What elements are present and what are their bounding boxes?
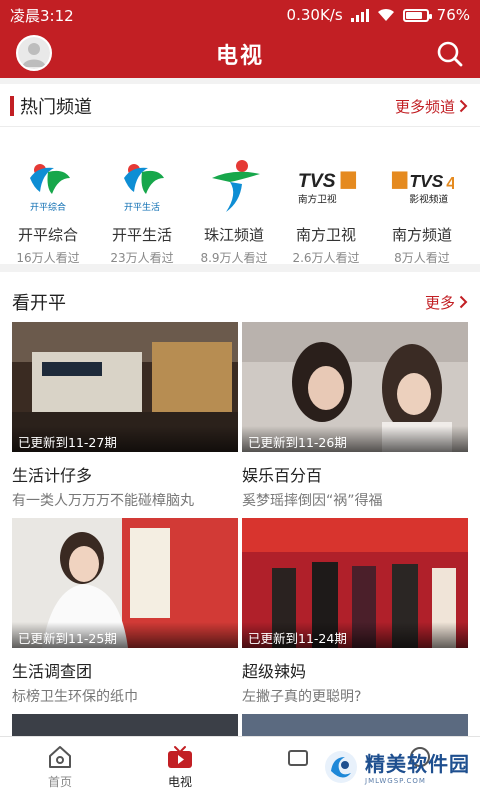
channel-name: 南方卫视: [295, 226, 356, 244]
channel-southern-tv[interactable]: TVS 南方卫视 南方卫视 2.6万人看过: [280, 158, 372, 266]
update-badge: 已更新到11-25期: [12, 622, 238, 648]
tab-tv[interactable]: 电视: [120, 737, 240, 800]
channel-views: 8万人看过: [394, 251, 450, 265]
channel-kaiping-life[interactable]: 开平生活 开平生活 23万人看过: [96, 158, 188, 266]
hot-channels-header: 热门频道 更多频道: [0, 86, 480, 126]
more-link[interactable]: 更多: [425, 292, 468, 313]
program-tile-partial[interactable]: [12, 714, 238, 736]
kaiping-title: 看开平: [12, 293, 66, 314]
program-tile-partial[interactable]: [242, 714, 468, 736]
program-thumbnail: 已更新到11-25期: [12, 518, 238, 648]
tab-label: 首页: [47, 775, 72, 789]
pearl-river-logo: [202, 158, 266, 214]
status-bar: 凌晨3:12 0.30K/s 76%: [0, 0, 480, 30]
southern-channel-logo: TVS 4 影视频道: [390, 158, 454, 214]
network-speed: 0.30K/s: [286, 6, 343, 24]
tab-label: 电视: [167, 775, 192, 789]
section-marker: [10, 96, 14, 116]
update-badge: 已更新到11-27期: [12, 426, 238, 452]
more-channels-label: 更多频道: [394, 97, 455, 116]
program-title: 生活计仔多: [12, 466, 93, 485]
program-thumbnail: 已更新到11-27期: [12, 322, 238, 452]
program-tile[interactable]: 已更新到11-24期 超级辣妈 左撇子真的更聪明?: [242, 518, 468, 706]
watermark-sub: JMLWGSP.COM: [365, 777, 426, 785]
program-thumbnail: 已更新到11-24期: [242, 518, 468, 648]
channel-views: 2.6万人看过: [292, 251, 360, 265]
user-icon: [18, 37, 50, 69]
chevron-right-icon: [459, 99, 468, 113]
svg-text:TVS: TVS: [409, 171, 443, 191]
channel-name: 珠江频道: [203, 226, 264, 244]
program-subtitle: 奚梦瑶摔倒因“祸”得福: [242, 493, 383, 509]
program-subtitle: 标榜卫生环保的纸巾: [12, 689, 138, 705]
program-subtitle: 左撇子真的更聪明?: [242, 689, 362, 705]
update-badge: 已更新到11-24期: [242, 622, 468, 648]
chevron-right-icon: [459, 295, 468, 309]
update-badge: 已更新到11-26期: [242, 426, 468, 452]
program-title: 生活调查团: [12, 662, 93, 681]
svg-text:TVS: TVS: [298, 170, 336, 192]
svg-text:开平生活: 开平生活: [124, 201, 160, 213]
program-tile[interactable]: 已更新到11-27期 生活计仔多 有一类人万万万不能碰樟脑丸: [12, 322, 238, 510]
svg-text:南方卫视: 南方卫视: [298, 192, 337, 205]
divider: [0, 126, 480, 127]
program-tile[interactable]: 已更新到11-25期 生活调查团 标榜卫生环保的纸巾: [12, 518, 238, 706]
channel-name: 开平生活: [111, 226, 172, 244]
kaiping-general-logo: 开平综合: [16, 158, 80, 214]
svg-text:开平综合: 开平综合: [30, 201, 66, 213]
program-thumbnail: 已更新到11-26期: [242, 322, 468, 452]
signal-icon: [350, 8, 369, 22]
channel-views: 8.9万人看过: [200, 251, 268, 265]
page-title: 电视: [215, 44, 264, 69]
tab-home[interactable]: 首页: [0, 737, 120, 800]
svg-text:影视频道: 影视频道: [409, 192, 448, 205]
wifi-icon: [377, 8, 394, 21]
channel-views: 16万人看过: [16, 251, 80, 265]
program-title: 娱乐百分百: [242, 466, 323, 485]
kaiping-header: 看开平 更多: [0, 282, 480, 322]
battery-level: 76%: [436, 6, 470, 24]
battery-icon: [402, 8, 432, 22]
avatar[interactable]: [16, 35, 52, 71]
channel-list: 开平综合 开平综合 16万人看过 开平生活 开平生活 23万人看过 珠江频道 8…: [0, 158, 480, 266]
more-channels-link[interactable]: 更多频道: [395, 96, 468, 117]
svg-text:4: 4: [446, 173, 454, 193]
hot-channels-title: 热门频道: [20, 97, 92, 118]
channel-pearl-river[interactable]: 珠江频道 8.9万人看过: [188, 158, 280, 266]
tv-play-icon: [168, 746, 192, 768]
program-subtitle: 有一类人万万万不能碰樟脑丸: [12, 493, 194, 509]
kaiping-life-logo: 开平生活: [110, 158, 174, 214]
status-time: 凌晨3:12: [10, 6, 74, 25]
channel-name: 南方频道: [391, 226, 452, 244]
program-tile[interactable]: 已更新到11-26期 娱乐百分百 奚梦瑶摔倒因“祸”得福: [242, 322, 468, 510]
channel-kaiping-general[interactable]: 开平综合 开平综合 16万人看过: [0, 158, 96, 266]
channel-name: 开平综合: [17, 226, 78, 244]
search-icon[interactable]: [436, 40, 464, 68]
home-icon: [49, 746, 71, 768]
more-label: 更多: [424, 293, 455, 312]
app-bar: 电视: [0, 30, 480, 78]
watermark: 精美软件园 JMLWGSP.COM: [323, 748, 470, 785]
video-icon: [288, 750, 308, 766]
channel-southern[interactable]: TVS 4 影视频道 南方频道 8万人看过: [372, 158, 472, 266]
watermark-text: 精美软件园: [365, 752, 470, 776]
southern-tv-logo: TVS 南方卫视: [294, 158, 358, 214]
program-title: 超级辣妈: [242, 662, 307, 681]
watermark-logo: [325, 750, 357, 783]
channel-views: 23万人看过: [110, 251, 174, 265]
